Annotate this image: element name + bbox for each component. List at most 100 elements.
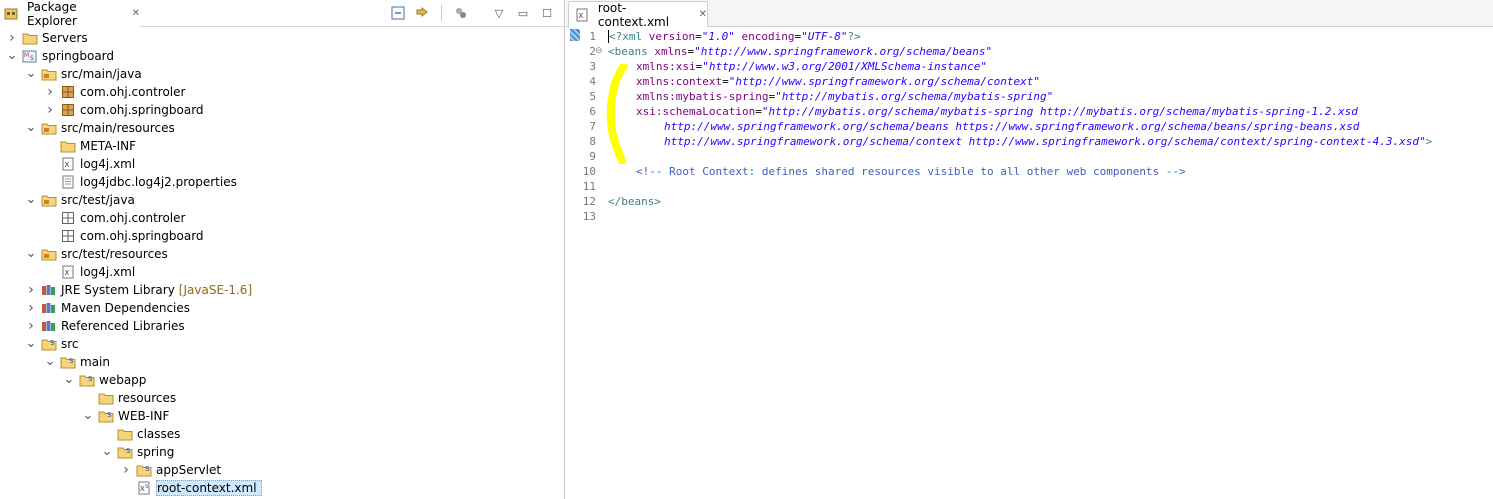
tree-item[interactable]: resources <box>82 389 176 407</box>
chevron-down-icon[interactable]: ⌄ <box>25 121 37 134</box>
attr-name: xmlns:mybatis-spring <box>636 90 769 103</box>
tree-item[interactable]: Xlog4j.xml <box>44 263 135 281</box>
folder-icon <box>60 138 76 154</box>
annotation-marker-icon <box>570 29 580 41</box>
tree-item[interactable]: › SappServlet <box>120 461 221 479</box>
tree-item[interactable]: ⌄ Sspring <box>101 443 175 461</box>
focus-icon[interactable] <box>452 4 470 22</box>
tag-close: > <box>1425 135 1433 148</box>
tree-item[interactable]: ⌄ src/test/java <box>25 191 135 209</box>
spring-folder-icon: S <box>41 336 57 352</box>
chevron-down-icon[interactable]: ⌄ <box>82 409 94 422</box>
line-number: 13 <box>582 210 596 223</box>
empty-package-icon <box>60 210 76 226</box>
chevron-down-icon[interactable]: ⌄ <box>63 373 75 386</box>
library-icon <box>41 300 57 316</box>
tree-item-label: Referenced Libraries <box>61 319 185 333</box>
close-icon[interactable]: ✕ <box>132 8 140 19</box>
tree-item[interactable]: ⌄ Ssrc <box>25 335 79 353</box>
xml-declaration-open: <?xml <box>608 30 649 43</box>
chevron-right-icon[interactable]: › <box>44 102 56 118</box>
package-explorer-header: Package Explorer ✕ ▽ ▭ ☐ <box>0 0 564 28</box>
tree-item[interactable]: › com.ohj.controler <box>44 83 185 101</box>
code-line: <beans xmlns="http://www.springframework… <box>608 44 992 59</box>
tree-item[interactable]: com.ohj.springboard <box>44 227 204 245</box>
tree-item[interactable]: log4jdbc.log4j2.properties <box>44 173 237 191</box>
attr-value: "http://mybatis.org/schema/mybatis-sprin… <box>775 90 1054 103</box>
tree-item[interactable]: com.ohj.controler <box>44 209 185 227</box>
tree-item[interactable]: ⌄ Swebapp <box>63 371 147 389</box>
package-explorer-tab[interactable]: Package Explorer ✕ <box>0 0 140 28</box>
tree-item[interactable]: ⌄ src/test/resources <box>25 245 168 263</box>
tree-item[interactable]: ⌄ Smain <box>44 353 110 371</box>
folder-icon <box>117 426 133 442</box>
tree-item-label: log4jdbc.log4j2.properties <box>80 175 237 189</box>
spring-folder-icon: S <box>136 462 152 478</box>
folder-icon <box>98 390 114 406</box>
maximize-icon[interactable]: ☐ <box>538 4 556 22</box>
code-line: http://www.springframework.org/schema/be… <box>664 119 1359 134</box>
attr-value: "UTF-8" <box>801 30 848 43</box>
editor-tab-root-context[interactable]: X root-context.xml ✕ <box>568 1 708 29</box>
attr-name: xmlns <box>654 45 688 58</box>
chevron-right-icon[interactable]: › <box>120 462 132 478</box>
code-line: <!-- Root Context: defines shared resour… <box>636 164 1186 179</box>
tree-item[interactable]: › JRE System Library [JavaSE-1.6] <box>25 281 252 299</box>
tree-item[interactable]: META-INF <box>44 137 136 155</box>
chevron-down-icon[interactable]: ⌄ <box>25 67 37 80</box>
xml-file-icon: X <box>575 7 590 23</box>
attr-name: xmlns:context <box>636 75 723 88</box>
attr-value: http://www.springframework.org/schema/be… <box>664 120 1360 133</box>
attr-value: "1.0" <box>701 30 735 43</box>
tree-item[interactable]: › Servers <box>6 29 87 47</box>
tree-item[interactable]: ⌄ src/main/resources <box>25 119 175 137</box>
code-line: xmlns:xsi="http://www.w3.org/2001/XMLSch… <box>636 59 987 74</box>
tree-item-label: src <box>61 337 79 351</box>
code-line: <?xml version="1.0" encoding="UTF-8"?> <box>608 29 861 44</box>
line-number: 10 <box>582 165 596 178</box>
tree-item-label: WEB-INF <box>118 409 170 423</box>
svg-text:X: X <box>579 12 584 20</box>
tree-item[interactable]: ⌄ M Sspringboard <box>6 47 114 65</box>
line-number: 4 <box>589 75 596 88</box>
collapse-all-icon[interactable] <box>389 4 407 22</box>
tree-item-label: main <box>80 355 110 369</box>
source-folder-icon <box>41 192 57 208</box>
chevron-right-icon[interactable]: › <box>25 318 37 334</box>
close-icon[interactable]: ✕ <box>699 9 707 20</box>
attr-name: encoding <box>741 30 795 43</box>
tree-item[interactable]: ⌄ src/main/java <box>25 65 142 83</box>
svg-text:M: M <box>24 52 29 59</box>
tree-item[interactable]: › Maven Dependencies <box>25 299 190 317</box>
chevron-down-icon[interactable]: ⌄ <box>25 193 37 206</box>
chevron-right-icon[interactable]: › <box>25 300 37 316</box>
spring-folder-icon: S <box>60 354 76 370</box>
svg-text:S: S <box>69 357 74 365</box>
tree-item[interactable]: › com.ohj.springboard <box>44 101 203 119</box>
tree-item[interactable]: X Sroot-context.xml <box>120 479 262 497</box>
xml-file-icon: X <box>60 264 76 280</box>
minimize-icon[interactable]: ▭ <box>514 4 532 22</box>
tree-item[interactable]: › Referenced Libraries <box>25 317 185 335</box>
svg-text:S: S <box>126 447 131 455</box>
chevron-down-icon[interactable]: ⌄ <box>44 355 56 368</box>
xml-source-text[interactable]: <?xml version="1.0" encoding="UTF-8"?> <b… <box>608 27 1493 499</box>
equals-sign: = <box>722 75 729 88</box>
chevron-right-icon[interactable]: › <box>6 30 18 46</box>
spring-folder-icon: S <box>117 444 133 460</box>
chevron-right-icon[interactable]: › <box>25 282 37 298</box>
link-with-editor-icon[interactable] <box>413 4 431 22</box>
fold-collapse-icon[interactable]: ⊖ <box>595 46 603 56</box>
chevron-right-icon[interactable]: › <box>44 84 56 100</box>
tree-item-label: META-INF <box>80 139 137 153</box>
tree-item[interactable]: ⌄ S WEB-INF <box>82 407 170 425</box>
chevron-down-icon[interactable]: ⌄ <box>101 445 113 458</box>
svg-text:S: S <box>145 465 150 473</box>
spring-folder-icon: S <box>79 372 95 388</box>
tree-item[interactable]: classes <box>101 425 180 443</box>
tree-item[interactable]: Xlog4j.xml <box>44 155 135 173</box>
chevron-down-icon[interactable]: ⌄ <box>25 337 37 350</box>
view-menu-icon[interactable]: ▽ <box>490 4 508 22</box>
chevron-down-icon[interactable]: ⌄ <box>25 247 37 260</box>
chevron-down-icon[interactable]: ⌄ <box>6 49 18 62</box>
